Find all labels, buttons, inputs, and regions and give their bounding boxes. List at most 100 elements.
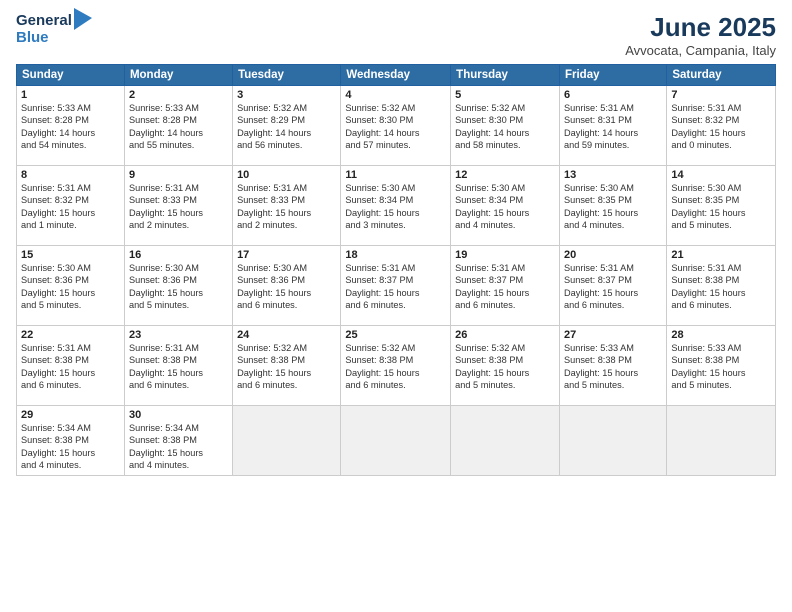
day-number: 7 [671,89,771,101]
table-row: 13Sunrise: 5:30 AM Sunset: 8:35 PM Dayli… [559,166,666,246]
table-row: 1Sunrise: 5:33 AM Sunset: 8:28 PM Daylig… [17,86,125,166]
logo-general: General [16,13,72,30]
day-info: Sunrise: 5:30 AM Sunset: 8:36 PM Dayligh… [21,262,120,312]
table-row: 7Sunrise: 5:31 AM Sunset: 8:32 PM Daylig… [667,86,776,166]
day-info: Sunrise: 5:30 AM Sunset: 8:35 PM Dayligh… [564,182,662,232]
day-number: 24 [237,329,336,341]
page: General Blue June 2025 Avvocata, Campani… [0,0,792,612]
col-saturday: Saturday [667,65,776,86]
day-number: 20 [564,249,662,261]
header: General Blue June 2025 Avvocata, Campani… [16,12,776,58]
table-row [233,406,341,476]
day-number: 11 [345,169,446,181]
day-number: 1 [21,89,120,101]
day-number: 19 [455,249,555,261]
col-wednesday: Wednesday [341,65,451,86]
day-info: Sunrise: 5:32 AM Sunset: 8:38 PM Dayligh… [237,342,336,392]
table-row: 26Sunrise: 5:32 AM Sunset: 8:38 PM Dayli… [451,326,560,406]
table-row: 19Sunrise: 5:31 AM Sunset: 8:37 PM Dayli… [451,246,560,326]
day-info: Sunrise: 5:33 AM Sunset: 8:28 PM Dayligh… [129,102,228,152]
day-number: 16 [129,249,228,261]
table-row: 30Sunrise: 5:34 AM Sunset: 8:38 PM Dayli… [124,406,232,476]
table-row [341,406,451,476]
day-info: Sunrise: 5:31 AM Sunset: 8:31 PM Dayligh… [564,102,662,152]
col-friday: Friday [559,65,666,86]
day-number: 4 [345,89,446,101]
day-number: 23 [129,329,228,341]
day-info: Sunrise: 5:34 AM Sunset: 8:38 PM Dayligh… [129,422,228,472]
table-row: 6Sunrise: 5:31 AM Sunset: 8:31 PM Daylig… [559,86,666,166]
day-info: Sunrise: 5:31 AM Sunset: 8:33 PM Dayligh… [129,182,228,232]
table-row: 20Sunrise: 5:31 AM Sunset: 8:37 PM Dayli… [559,246,666,326]
col-monday: Monday [124,65,232,86]
logo-text: General Blue [16,12,92,47]
day-info: Sunrise: 5:30 AM Sunset: 8:36 PM Dayligh… [129,262,228,312]
day-info: Sunrise: 5:32 AM Sunset: 8:38 PM Dayligh… [345,342,446,392]
day-info: Sunrise: 5:34 AM Sunset: 8:38 PM Dayligh… [21,422,120,472]
day-info: Sunrise: 5:31 AM Sunset: 8:38 PM Dayligh… [671,262,771,312]
day-info: Sunrise: 5:31 AM Sunset: 8:38 PM Dayligh… [129,342,228,392]
day-number: 13 [564,169,662,181]
day-info: Sunrise: 5:33 AM Sunset: 8:28 PM Dayligh… [21,102,120,152]
logo: General Blue [16,12,92,47]
day-number: 22 [21,329,120,341]
day-info: Sunrise: 5:32 AM Sunset: 8:30 PM Dayligh… [345,102,446,152]
day-info: Sunrise: 5:31 AM Sunset: 8:37 PM Dayligh… [564,262,662,312]
table-row: 22Sunrise: 5:31 AM Sunset: 8:38 PM Dayli… [17,326,125,406]
table-row: 21Sunrise: 5:31 AM Sunset: 8:38 PM Dayli… [667,246,776,326]
day-info: Sunrise: 5:33 AM Sunset: 8:38 PM Dayligh… [564,342,662,392]
table-row: 11Sunrise: 5:30 AM Sunset: 8:34 PM Dayli… [341,166,451,246]
table-row: 9Sunrise: 5:31 AM Sunset: 8:33 PM Daylig… [124,166,232,246]
month-title: June 2025 [625,12,776,43]
day-number: 14 [671,169,771,181]
table-row [451,406,560,476]
table-row: 4Sunrise: 5:32 AM Sunset: 8:30 PM Daylig… [341,86,451,166]
table-row: 5Sunrise: 5:32 AM Sunset: 8:30 PM Daylig… [451,86,560,166]
day-info: Sunrise: 5:31 AM Sunset: 8:32 PM Dayligh… [21,182,120,232]
table-row: 24Sunrise: 5:32 AM Sunset: 8:38 PM Dayli… [233,326,341,406]
table-row: 25Sunrise: 5:32 AM Sunset: 8:38 PM Dayli… [341,326,451,406]
day-info: Sunrise: 5:31 AM Sunset: 8:37 PM Dayligh… [455,262,555,312]
day-info: Sunrise: 5:30 AM Sunset: 8:34 PM Dayligh… [345,182,446,232]
day-info: Sunrise: 5:30 AM Sunset: 8:35 PM Dayligh… [671,182,771,232]
table-row: 28Sunrise: 5:33 AM Sunset: 8:38 PM Dayli… [667,326,776,406]
table-row: 14Sunrise: 5:30 AM Sunset: 8:35 PM Dayli… [667,166,776,246]
day-number: 10 [237,169,336,181]
day-number: 25 [345,329,446,341]
day-number: 26 [455,329,555,341]
logo-icon [74,8,92,30]
day-number: 12 [455,169,555,181]
day-info: Sunrise: 5:31 AM Sunset: 8:32 PM Dayligh… [671,102,771,152]
day-info: Sunrise: 5:33 AM Sunset: 8:38 PM Dayligh… [671,342,771,392]
day-info: Sunrise: 5:32 AM Sunset: 8:38 PM Dayligh… [455,342,555,392]
day-info: Sunrise: 5:30 AM Sunset: 8:34 PM Dayligh… [455,182,555,232]
calendar-table: Sunday Monday Tuesday Wednesday Thursday… [16,64,776,476]
col-sunday: Sunday [17,65,125,86]
day-number: 28 [671,329,771,341]
day-number: 30 [129,409,228,421]
day-number: 2 [129,89,228,101]
col-tuesday: Tuesday [233,65,341,86]
table-row: 10Sunrise: 5:31 AM Sunset: 8:33 PM Dayli… [233,166,341,246]
calendar-header-row: Sunday Monday Tuesday Wednesday Thursday… [17,65,776,86]
day-number: 5 [455,89,555,101]
day-number: 9 [129,169,228,181]
day-info: Sunrise: 5:31 AM Sunset: 8:33 PM Dayligh… [237,182,336,232]
day-info: Sunrise: 5:31 AM Sunset: 8:38 PM Dayligh… [21,342,120,392]
table-row: 23Sunrise: 5:31 AM Sunset: 8:38 PM Dayli… [124,326,232,406]
col-thursday: Thursday [451,65,560,86]
table-row [667,406,776,476]
day-info: Sunrise: 5:31 AM Sunset: 8:37 PM Dayligh… [345,262,446,312]
location-title: Avvocata, Campania, Italy [625,43,776,58]
table-row: 27Sunrise: 5:33 AM Sunset: 8:38 PM Dayli… [559,326,666,406]
day-number: 15 [21,249,120,261]
day-number: 27 [564,329,662,341]
day-info: Sunrise: 5:30 AM Sunset: 8:36 PM Dayligh… [237,262,336,312]
table-row: 29Sunrise: 5:34 AM Sunset: 8:38 PM Dayli… [17,406,125,476]
day-number: 17 [237,249,336,261]
table-row: 3Sunrise: 5:32 AM Sunset: 8:29 PM Daylig… [233,86,341,166]
table-row: 16Sunrise: 5:30 AM Sunset: 8:36 PM Dayli… [124,246,232,326]
table-row: 15Sunrise: 5:30 AM Sunset: 8:36 PM Dayli… [17,246,125,326]
day-info: Sunrise: 5:32 AM Sunset: 8:30 PM Dayligh… [455,102,555,152]
day-number: 8 [21,169,120,181]
